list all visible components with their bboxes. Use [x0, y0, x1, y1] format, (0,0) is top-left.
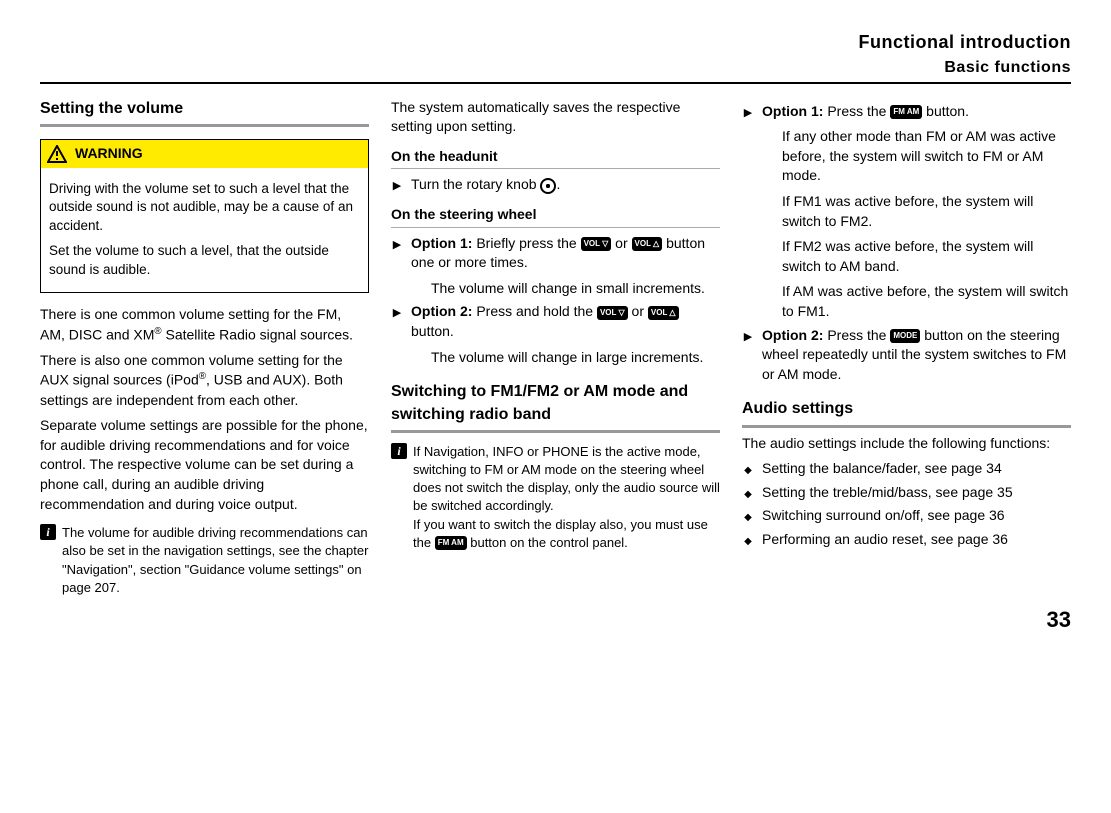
warning-text-2: Set the volume to such a level, that the…: [49, 242, 360, 280]
header-chapter: Functional introduction: [40, 30, 1071, 55]
option-label: Option 1:: [762, 103, 823, 119]
info-icon: i: [391, 443, 407, 459]
diamond-bullet-icon: [742, 459, 754, 479]
fm-am-key-icon: FM AM: [890, 105, 922, 119]
paragraph: There is also one common volume setting …: [40, 351, 369, 410]
content-columns: Setting the volume WARNING Driving with …: [40, 98, 1071, 597]
vol-down-key-icon: VOL ▽: [581, 237, 612, 251]
list-item: Performing an audio reset, see page 36: [742, 530, 1071, 550]
heading-setting-volume: Setting the volume: [40, 98, 369, 127]
fm-am-key-icon: FM AM: [435, 536, 467, 550]
warning-label: WARNING: [75, 144, 143, 164]
header-section: Basic functions: [40, 57, 1071, 83]
heading-audio-settings: Audio settings: [742, 398, 1071, 427]
heading-switching-mode: Switching to FM1/FM2 or AM mode and swit…: [391, 381, 720, 433]
triangle-bullet-icon: [391, 302, 403, 367]
warning-box: WARNING Driving with the volume set to s…: [40, 139, 369, 293]
info-text: If Navigation, INFO or PHONE is the acti…: [413, 443, 720, 552]
page-number: 33: [40, 605, 1071, 636]
step-list: Turn the rotary knob .: [391, 175, 720, 195]
column-1: Setting the volume WARNING Driving with …: [40, 98, 369, 597]
info-note: i If Navigation, INFO or PHONE is the ac…: [391, 443, 720, 552]
warning-body: Driving with the volume set to such a le…: [41, 168, 368, 292]
registered-mark: ®: [199, 371, 206, 382]
bullet-list: Setting the balance/fader, see page 34 S…: [742, 459, 1071, 549]
paragraph: If any other mode than FM or AM was acti…: [762, 127, 1071, 186]
warning-triangle-icon: [47, 145, 67, 163]
vol-up-key-icon: VOL △: [648, 306, 679, 320]
paragraph: If AM was active before, the system will…: [762, 282, 1071, 321]
registered-mark: ®: [154, 326, 161, 337]
column-2: The system automatically saves the respe…: [391, 98, 720, 597]
list-item: Option 2: Press the MODE button on the s…: [742, 326, 1071, 385]
vol-down-key-icon: VOL ▽: [597, 306, 628, 320]
paragraph: If FM1 was active before, the system wil…: [762, 192, 1071, 231]
diamond-bullet-icon: [742, 530, 754, 550]
vol-up-key-icon: VOL △: [632, 237, 663, 251]
paragraph: Separate volume settings are possible fo…: [40, 416, 369, 514]
paragraph: If FM2 was active before, the system wil…: [762, 237, 1071, 276]
mode-key-icon: MODE: [890, 329, 920, 343]
list-item: Turn the rotary knob .: [391, 175, 720, 195]
triangle-bullet-icon: [391, 175, 403, 195]
step-text: Turn the rotary knob: [411, 176, 540, 192]
step-followup: The volume will change in small incremen…: [411, 279, 720, 299]
rotary-knob-icon: [540, 178, 556, 194]
diamond-bullet-icon: [742, 483, 754, 503]
subheading-headunit: On the headunit: [391, 147, 720, 170]
info-note: i The volume for audible driving recomme…: [40, 524, 369, 597]
list-item: Option 2: Press and hold the VOL ▽ or VO…: [391, 302, 720, 367]
diamond-bullet-icon: [742, 506, 754, 526]
list-item: Setting the treble/mid/bass, see page 35: [742, 483, 1071, 503]
paragraph: The system automatically saves the respe…: [391, 98, 720, 137]
subheading-steering-wheel: On the steering wheel: [391, 205, 720, 228]
option-label: Option 2:: [411, 303, 472, 319]
triangle-bullet-icon: [742, 326, 754, 385]
paragraph: There is one common volume setting for t…: [40, 305, 369, 345]
column-3: Option 1: Press the FM AM button. If any…: [742, 98, 1071, 597]
list-item: Setting the balance/fader, see page 34: [742, 459, 1071, 479]
triangle-bullet-icon: [742, 102, 754, 322]
info-icon: i: [40, 524, 56, 540]
warning-header: WARNING: [41, 140, 368, 168]
paragraph: The audio settings include the following…: [742, 434, 1071, 454]
list-item: Switching surround on/off, see page 36: [742, 506, 1071, 526]
triangle-bullet-icon: [391, 234, 403, 299]
list-item: Option 1: Press the FM AM button. If any…: [742, 102, 1071, 322]
option-label: Option 2:: [762, 327, 823, 343]
list-item: Option 1: Briefly press the VOL ▽ or VOL…: [391, 234, 720, 299]
step-list: Option 1: Briefly press the VOL ▽ or VOL…: [391, 234, 720, 368]
warning-text-1: Driving with the volume set to such a le…: [49, 180, 360, 237]
step-list: Option 1: Press the FM AM button. If any…: [742, 102, 1071, 385]
step-followup: The volume will change in large incremen…: [411, 348, 720, 368]
info-text: The volume for audible driving recommend…: [62, 524, 369, 597]
option-label: Option 1:: [411, 235, 472, 251]
